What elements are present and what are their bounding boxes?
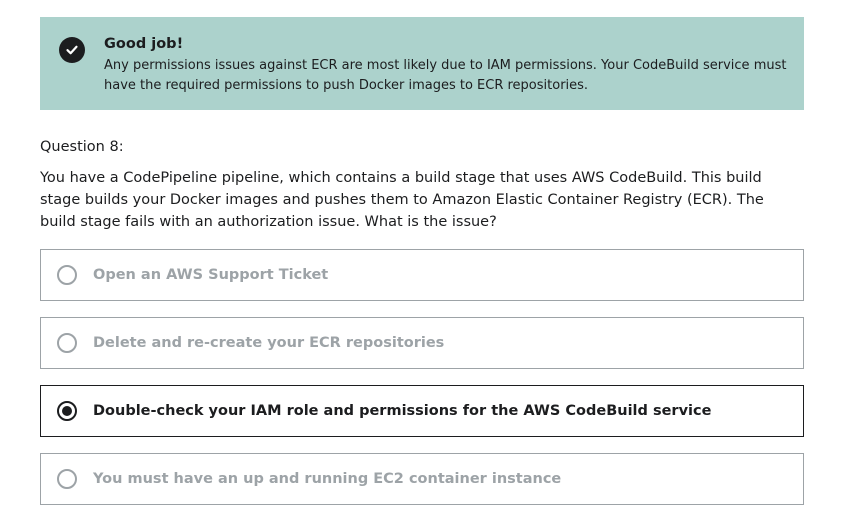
feedback-banner: Good job! Any permissions issues against… [40,17,804,110]
question-text: You have a CodePipeline pipeline, which … [40,170,764,230]
feedback-explanation: Any permissions issues against ECR are m… [104,58,787,93]
radio-button[interactable] [57,469,77,489]
radio-button-selected[interactable] [57,401,77,421]
question-number: Question 8: [40,139,124,155]
answer-option-2[interactable]: Delete and re-create your ECR repositori… [40,317,804,369]
answer-option-4[interactable]: You must have an up and running EC2 cont… [40,453,804,505]
answer-label: Delete and re-create your ECR repositori… [93,335,445,351]
check-circle-icon [59,37,85,63]
answer-label: Double-check your IAM role and permissio… [93,403,712,419]
answer-option-3[interactable]: Double-check your IAM role and permissio… [40,385,804,437]
feedback-title: Good job! [104,36,184,52]
radio-button[interactable] [57,333,77,353]
answer-label: Open an AWS Support Ticket [93,267,329,283]
answer-option-1[interactable]: Open an AWS Support Ticket [40,249,804,301]
radio-button[interactable] [57,265,77,285]
answer-label: You must have an up and running EC2 cont… [93,471,562,487]
